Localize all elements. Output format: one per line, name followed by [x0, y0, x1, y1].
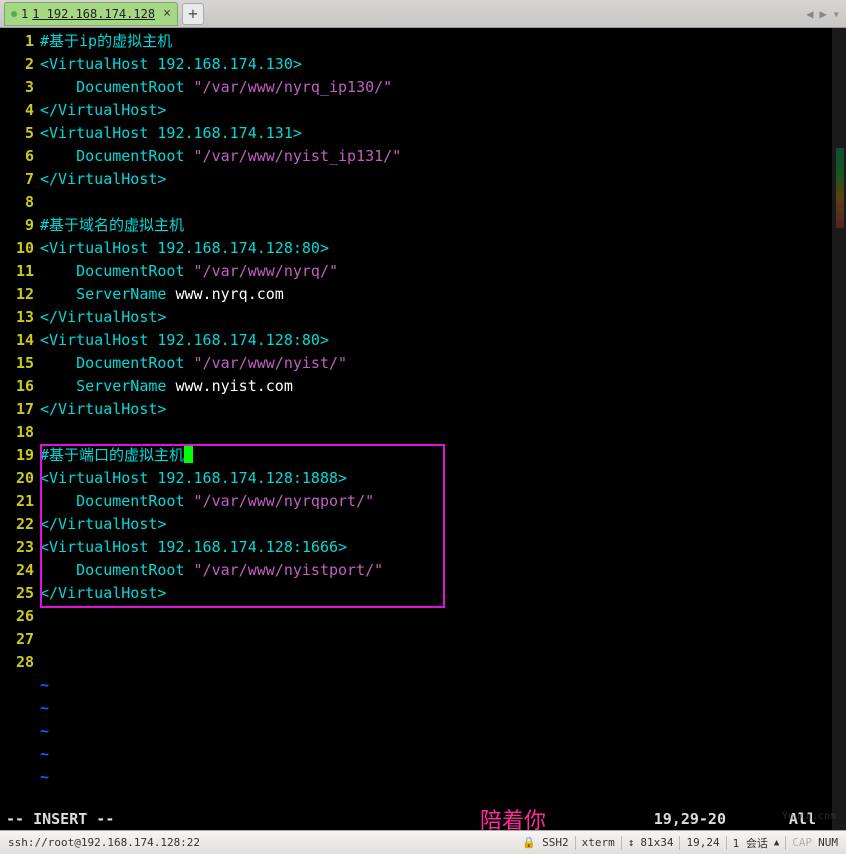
tab-status-dot — [11, 11, 17, 17]
code-line[interactable]: <VirtualHost 192.168.174.130> — [40, 53, 832, 76]
close-icon[interactable]: × — [163, 7, 171, 20]
line-number: 20 — [0, 467, 34, 490]
line-number: 21 — [0, 490, 34, 513]
code-line[interactable]: ServerName www.nyist.com — [40, 375, 832, 398]
code-line[interactable] — [40, 605, 832, 628]
line-number: 19 — [0, 444, 34, 467]
vim-status-line: -- INSERT -- 陪着你 19,29-20 All Yuucn.com — [0, 807, 846, 830]
code-line[interactable]: #基于端口的虚拟主机 — [40, 444, 832, 467]
line-number: 22 — [0, 513, 34, 536]
line-number: 27 — [0, 628, 34, 651]
vim-cursor-pos: 19,29-20 — [654, 810, 726, 828]
chevron-up-icon[interactable]: ▲ — [774, 838, 779, 848]
code-line[interactable]: DocumentRoot "/var/www/nyrq_ip130/" — [40, 76, 832, 99]
tab-active[interactable]: 1 1 192.168.174.128 × — [4, 2, 178, 26]
vim-tilde: ~ — [40, 743, 832, 766]
line-number: 28 — [0, 651, 34, 674]
vim-mode: -- INSERT -- — [6, 810, 114, 828]
line-number: 5 — [0, 122, 34, 145]
code-line[interactable] — [40, 651, 832, 674]
minimap — [836, 148, 844, 228]
status-session: 1 会话 — [733, 835, 768, 851]
line-number: 26 — [0, 605, 34, 628]
code-line[interactable]: DocumentRoot "/var/www/nyist_ip131/" — [40, 145, 832, 168]
code-line[interactable]: <VirtualHost 192.168.174.128:80> — [40, 329, 832, 352]
tab-bar: 1 1 192.168.174.128 × + ◀ ▶ ▾ — [0, 0, 846, 28]
line-number: 9 — [0, 214, 34, 237]
line-number: 10 — [0, 237, 34, 260]
vim-tilde: ~ — [40, 674, 832, 697]
resize-icon: ↕ — [628, 836, 635, 849]
line-number: 11 — [0, 260, 34, 283]
line-number: 18 — [0, 421, 34, 444]
code-line[interactable]: #基于域名的虚拟主机 — [40, 214, 832, 237]
code-line[interactable]: </VirtualHost> — [40, 398, 832, 421]
line-number: 17 — [0, 398, 34, 421]
status-caps: CAP — [792, 836, 812, 849]
code-line[interactable] — [40, 421, 832, 444]
line-number: 13 — [0, 306, 34, 329]
nav-prev-icon[interactable]: ◀ — [806, 7, 813, 21]
line-number: 7 — [0, 168, 34, 191]
lock-icon: 🔒 — [522, 836, 536, 849]
code-line[interactable]: </VirtualHost> — [40, 513, 832, 536]
code-line[interactable]: DocumentRoot "/var/www/nyrq/" — [40, 260, 832, 283]
line-number: 15 — [0, 352, 34, 375]
code-line[interactable]: </VirtualHost> — [40, 582, 832, 605]
vim-tilde: ~ — [40, 697, 832, 720]
code-line[interactable]: </VirtualHost> — [40, 99, 832, 122]
line-number: 12 — [0, 283, 34, 306]
code-line[interactable]: DocumentRoot "/var/www/nyist/" — [40, 352, 832, 375]
code-line[interactable]: <VirtualHost 192.168.174.128:1666> — [40, 536, 832, 559]
code-line[interactable]: </VirtualHost> — [40, 168, 832, 191]
code-line[interactable]: </VirtualHost> — [40, 306, 832, 329]
code-line[interactable]: DocumentRoot "/var/www/nyistport/" — [40, 559, 832, 582]
scrollbar[interactable] — [832, 28, 846, 830]
tab-title: 1 192.168.174.128 — [32, 7, 155, 21]
line-number: 6 — [0, 145, 34, 168]
line-number: 24 — [0, 559, 34, 582]
line-number: 14 — [0, 329, 34, 352]
code-line[interactable]: #基于ip的虚拟主机 — [40, 30, 832, 53]
status-connection: ssh://root@192.168.174.128:22 — [8, 836, 200, 849]
watermark-site: Yuucn.com — [782, 811, 836, 822]
status-term: xterm — [582, 836, 615, 849]
code-area[interactable]: #基于ip的虚拟主机<VirtualHost 192.168.174.130> … — [40, 28, 832, 830]
status-size: 81x34 — [640, 836, 673, 849]
watermark-text: 陪着你 — [480, 803, 546, 835]
line-number: 8 — [0, 191, 34, 214]
status-bar: ssh://root@192.168.174.128:22 🔒 SSH2 xte… — [0, 830, 846, 854]
code-line[interactable]: <VirtualHost 192.168.174.128:1888> — [40, 467, 832, 490]
line-number: 2 — [0, 53, 34, 76]
vim-tilde: ~ — [40, 766, 832, 789]
code-line[interactable]: ServerName www.nyrq.com — [40, 283, 832, 306]
code-line[interactable]: DocumentRoot "/var/www/nyrqport/" — [40, 490, 832, 513]
code-line[interactable]: <VirtualHost 192.168.174.128:80> — [40, 237, 832, 260]
status-cursor: 19,24 — [686, 836, 719, 849]
line-number: 23 — [0, 536, 34, 559]
new-tab-button[interactable]: + — [182, 3, 204, 25]
terminal[interactable]: 1234567891011121314151617181920212223242… — [0, 28, 846, 830]
line-number: 25 — [0, 582, 34, 605]
line-number: 4 — [0, 99, 34, 122]
line-gutter: 1234567891011121314151617181920212223242… — [0, 28, 40, 830]
cursor — [184, 446, 193, 463]
status-protocol: SSH2 — [542, 836, 569, 849]
status-num: NUM — [818, 836, 838, 849]
line-number: 16 — [0, 375, 34, 398]
code-line[interactable] — [40, 628, 832, 651]
nav-next-icon[interactable]: ▶ — [820, 7, 827, 21]
tab-index: 1 — [21, 7, 28, 21]
tab-menu-icon[interactable]: ▾ — [833, 7, 840, 21]
code-line[interactable]: <VirtualHost 192.168.174.131> — [40, 122, 832, 145]
line-number: 1 — [0, 30, 34, 53]
line-number: 3 — [0, 76, 34, 99]
vim-tilde: ~ — [40, 720, 832, 743]
code-line[interactable] — [40, 191, 832, 214]
